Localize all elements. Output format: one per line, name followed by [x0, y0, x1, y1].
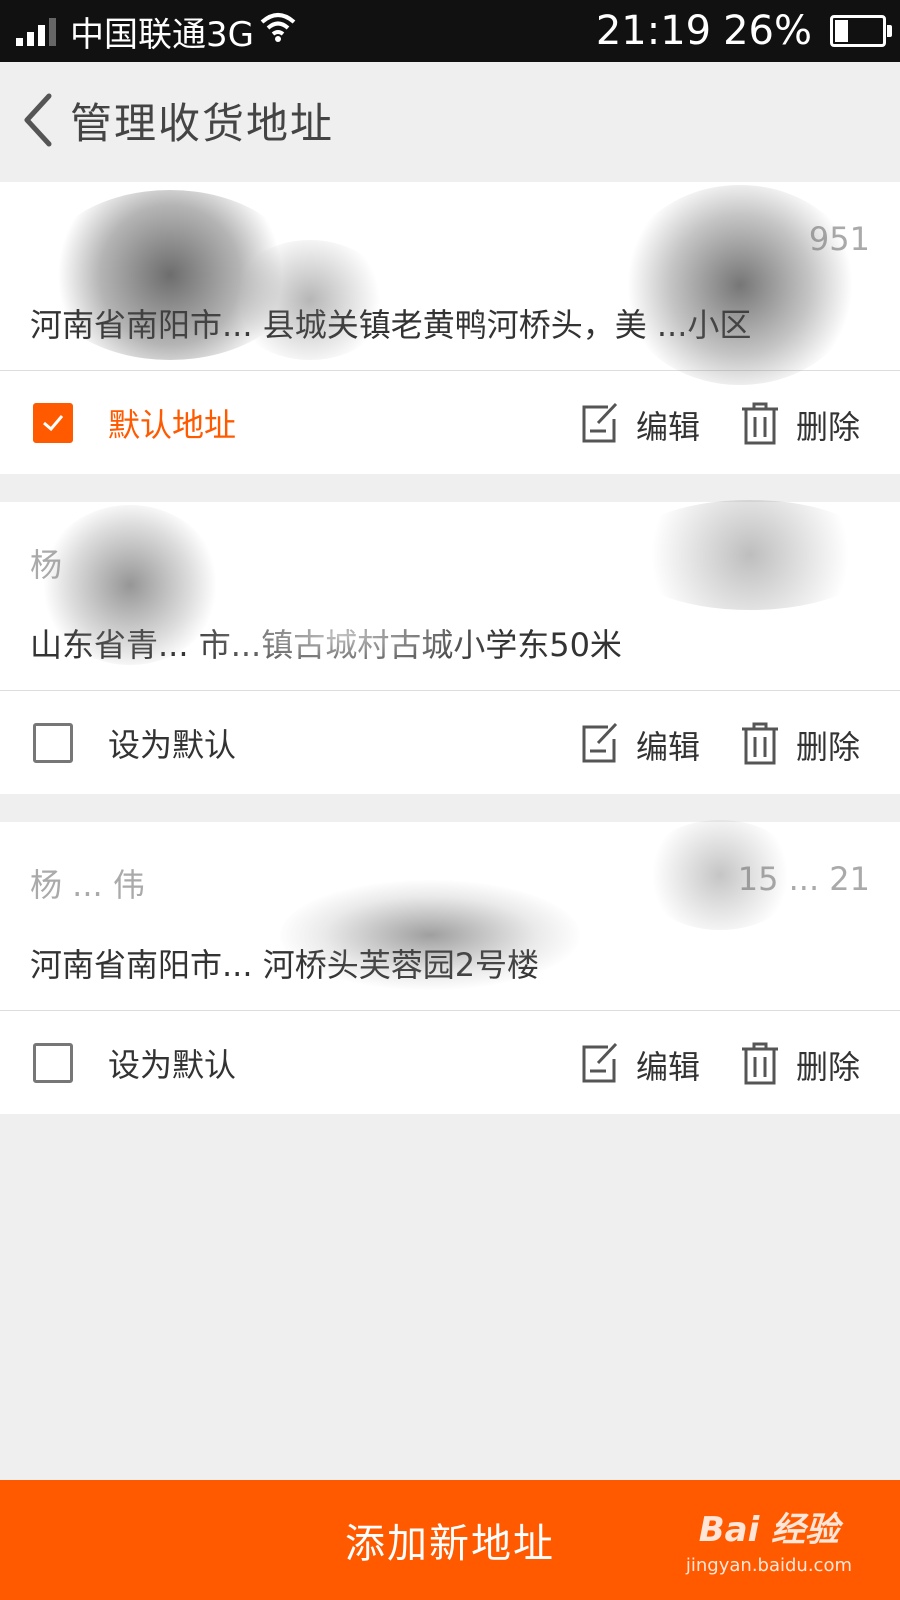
edit-label: 编辑 — [636, 1048, 701, 1086]
edit-button[interactable]: 编辑 — [580, 721, 700, 769]
header: 管理收货地址 — [0, 62, 900, 178]
add-address-label: 添加新地址 — [345, 1521, 555, 1567]
address-info[interactable]: 951 河南省南阳市... 县城关镇老黄鸭河桥头，美 ...小区 — [0, 182, 900, 371]
battery-icon — [830, 15, 892, 47]
default-label[interactable]: 设为默认 — [108, 1040, 236, 1086]
address-info[interactable]: 杨 山东省青... 市...镇古城村古城小学东50米 — [0, 502, 900, 691]
address-card: 951 河南省南阳市... 县城关镇老黄鸭河桥头，美 ...小区 默认地址 编辑 — [0, 182, 900, 474]
address-actions: 设为默认 编辑 删除 — [0, 1011, 900, 1114]
address-card: 杨 山东省青... 市...镇古城村古城小学东50米 设为默认 编辑 删除 — [0, 502, 900, 794]
clock: 21:19 — [595, 8, 712, 54]
signal-icon — [16, 16, 56, 46]
trash-icon — [740, 1041, 780, 1089]
add-address-button[interactable]: 添加新地址 Bai 经验 jingyan.baidu.com — [0, 1480, 900, 1600]
address-actions: 设为默认 编辑 删除 — [0, 691, 900, 794]
page-title: 管理收货地址 — [70, 98, 335, 148]
recipient-phone: 15 ... 21 — [737, 860, 870, 898]
address-text: 河南省南阳市... 县城关镇老黄鸭河桥头，美 ...小区 — [30, 306, 752, 344]
delete-button[interactable]: 删除 — [740, 1041, 860, 1089]
edit-icon — [580, 401, 620, 449]
edit-icon — [580, 1041, 620, 1089]
address-info[interactable]: 杨 ... 伟 15 ... 21 河南省南阳市... 河桥头芙蓉园2号楼 — [0, 822, 900, 1011]
recipient-name: 杨 ... 伟 — [30, 866, 145, 904]
back-icon[interactable] — [8, 80, 68, 160]
trash-icon — [740, 721, 780, 769]
status-bar: 中国联通3G 21:19 26% — [0, 0, 900, 62]
default-label[interactable]: 设为默认 — [108, 720, 236, 766]
wifi-icon — [260, 11, 296, 51]
delete-label: 删除 — [796, 728, 861, 766]
address-text: 山东省青... 市...镇古城村古城小学东50米 — [30, 626, 622, 664]
recipient-phone: 951 — [808, 220, 870, 258]
edit-button[interactable]: 编辑 — [580, 1041, 700, 1089]
trash-icon — [740, 401, 780, 449]
edit-label: 编辑 — [636, 728, 701, 766]
edit-label: 编辑 — [636, 408, 701, 446]
address-actions: 默认地址 编辑 删除 — [0, 371, 900, 474]
battery-percent: 26% — [723, 8, 812, 54]
default-checkbox[interactable] — [33, 402, 73, 443]
delete-button[interactable]: 删除 — [740, 721, 860, 769]
default-checkbox[interactable] — [33, 1042, 73, 1083]
address-text: 河南省南阳市... 河桥头芙蓉园2号楼 — [30, 946, 540, 984]
carrier-name: 中国联通3G — [70, 14, 254, 55]
delete-button[interactable]: 删除 — [740, 401, 860, 449]
delete-label: 删除 — [796, 408, 861, 446]
baidu-jingyan-watermark: Bai 经验 jingyan.baidu.com — [686, 1502, 852, 1576]
edit-icon — [580, 721, 620, 769]
address-card: 杨 ... 伟 15 ... 21 河南省南阳市... 河桥头芙蓉园2号楼 设为… — [0, 822, 900, 1114]
check-icon — [43, 414, 64, 431]
watermark-logo: Bai 经验 — [698, 1510, 840, 1550]
default-label[interactable]: 默认地址 — [108, 400, 236, 446]
recipient-name: 杨 — [30, 546, 63, 584]
delete-label: 删除 — [796, 1048, 861, 1086]
watermark-url: jingyan.baidu.com — [685, 1555, 852, 1576]
default-checkbox[interactable] — [33, 722, 73, 763]
edit-button[interactable]: 编辑 — [580, 401, 700, 449]
